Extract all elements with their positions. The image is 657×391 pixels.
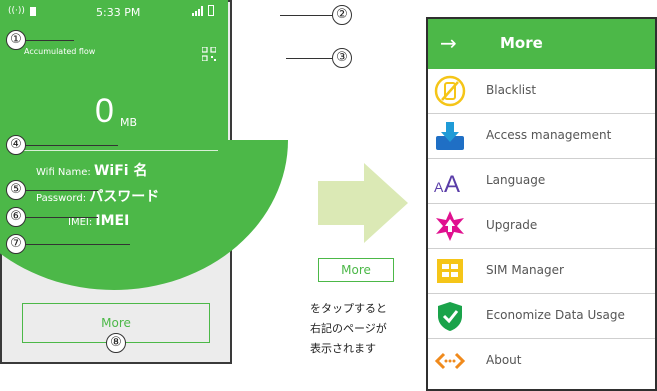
menu-item-about[interactable]: About xyxy=(428,339,655,384)
imei-value: IMEI xyxy=(95,213,130,229)
menu-item-label: Access management xyxy=(486,128,612,142)
code-icon xyxy=(434,352,466,370)
wifi-name-value: WiFi 名 xyxy=(93,163,148,179)
more-title: More xyxy=(500,34,543,52)
password-row: Password: パスワード xyxy=(36,186,159,206)
blacklist-icon xyxy=(434,75,466,107)
description-line: 右記のページが xyxy=(310,322,387,335)
callout-line-7 xyxy=(26,244,130,245)
callout-line-2 xyxy=(280,15,332,16)
phone-screen: ((·)) 5:33 PM Accumulated flow 0 MB Wifi… xyxy=(0,0,288,364)
imei-label: IMEI: xyxy=(68,217,93,228)
menu-item-upgrade[interactable]: Upgrade xyxy=(428,204,655,249)
imei-row: IMEI: IMEI xyxy=(68,213,129,229)
description-line: をタップすると xyxy=(310,302,387,315)
more-header: → More xyxy=(428,19,655,69)
divider xyxy=(12,150,218,151)
description-line: 表示されます xyxy=(310,342,376,355)
callout-3: ③ xyxy=(332,48,352,68)
callout-line-3 xyxy=(286,58,332,59)
menu-item-sim-manager[interactable]: SIM Manager xyxy=(428,249,655,294)
menu-item-access-management[interactable]: Access management xyxy=(428,114,655,159)
status-time: 5:33 PM xyxy=(96,6,141,19)
svg-text:A: A xyxy=(444,171,460,197)
sim-icon xyxy=(437,259,463,283)
callout-line-5 xyxy=(26,190,98,191)
sim-status-icon xyxy=(30,7,36,16)
hotspot-icon: ((·)) xyxy=(8,6,25,16)
language-icon: A A xyxy=(434,171,460,197)
callout-7: ⑦ xyxy=(6,234,26,254)
callout-line-1 xyxy=(26,40,74,41)
wifi-name-label: Wifi Name: xyxy=(36,167,91,178)
password-label: Password: xyxy=(36,193,87,204)
callout-5: ⑤ xyxy=(6,180,26,200)
callout-line-4 xyxy=(26,145,118,146)
download-icon xyxy=(436,122,464,150)
qr-code-icon[interactable] xyxy=(202,47,216,61)
back-arrow-icon[interactable]: → xyxy=(440,31,457,55)
shield-check-icon xyxy=(438,302,462,331)
callout-6: ⑥ xyxy=(6,207,26,227)
menu-item-label: Blacklist xyxy=(486,83,537,97)
password-value: パスワード xyxy=(89,189,160,205)
menu-item-economize-data-usage[interactable]: Economize Data Usage xyxy=(428,294,655,339)
menu-item-label: Upgrade xyxy=(486,218,538,232)
menu-item-blacklist[interactable]: Blacklist xyxy=(428,69,655,114)
menu-item-label: Language xyxy=(486,173,546,187)
more-button-label: More xyxy=(101,316,131,330)
callout-line-6 xyxy=(26,217,98,218)
svg-text:A: A xyxy=(434,179,444,195)
callout-2: ② xyxy=(332,5,352,25)
callout-8: ⑧ xyxy=(106,333,126,353)
status-bar: ((·)) 5:33 PM xyxy=(0,0,228,22)
more-label-box: More xyxy=(318,258,394,282)
right-arrow-icon xyxy=(318,163,408,243)
flow-unit: MB xyxy=(120,116,138,129)
callout-4: ④ xyxy=(6,135,26,155)
menu-item-label: Economize Data Usage xyxy=(486,308,625,322)
flow-value: 0 xyxy=(95,92,114,130)
more-screen: → More Blacklist Access management A A L… xyxy=(426,17,657,391)
menu-item-label: About xyxy=(486,353,522,367)
accumulated-flow-label: Accumulated flow xyxy=(24,47,96,56)
battery-icon xyxy=(208,5,214,16)
description-text: をタップすると 右記のページが 表示されます xyxy=(310,299,420,359)
menu-item-label: SIM Manager xyxy=(486,263,564,277)
upgrade-icon xyxy=(436,211,464,241)
signal-icon xyxy=(192,6,203,16)
menu-item-language[interactable]: A A Language xyxy=(428,159,655,204)
callout-1: ① xyxy=(6,30,26,50)
wifi-name-row: Wifi Name: WiFi 名 xyxy=(36,160,147,180)
